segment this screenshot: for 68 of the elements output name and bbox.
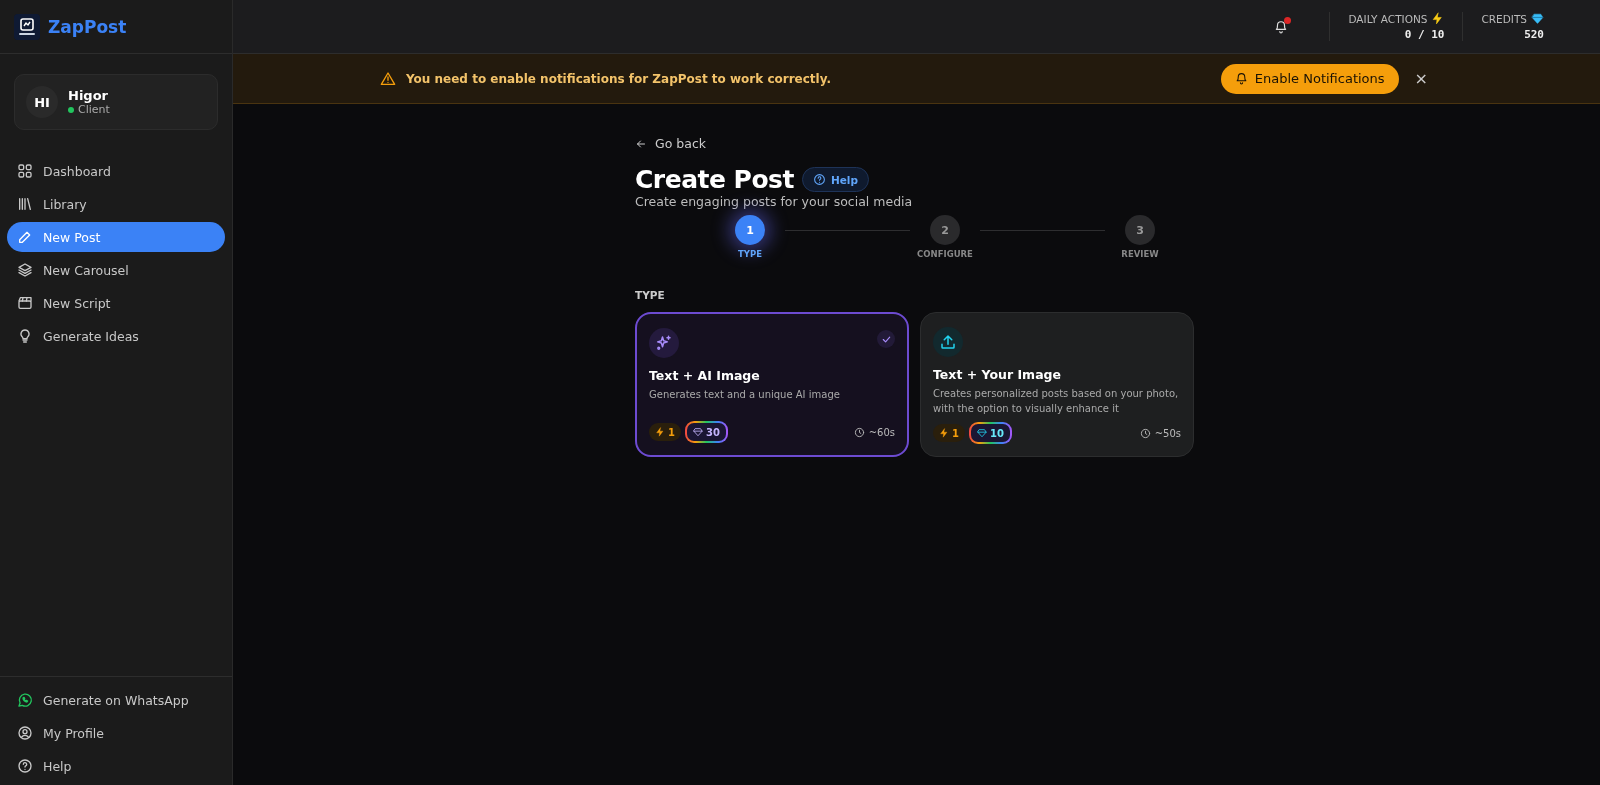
clock-icon [853, 426, 865, 438]
credits-cost: 10 [968, 422, 1012, 444]
card-description: Creates personalized posts based on your photo, with the option to visually enhance it [933, 387, 1180, 416]
card-title: Text + Your Image [933, 367, 1062, 382]
enable-notifications-button[interactable]: Enable Notifications [1220, 63, 1399, 94]
step-circle[interactable]: 3 [1125, 215, 1155, 245]
layers-icon [17, 262, 33, 278]
credits-cost: 30 [684, 421, 728, 443]
step-circle[interactable]: 1 [735, 215, 765, 245]
time-estimate: ~60s [868, 426, 895, 438]
nav-item[interactable]: New Post [7, 222, 225, 252]
step-circle[interactable]: 2 [930, 215, 960, 245]
grid-icon [17, 163, 33, 179]
actions-cost: 1 [933, 424, 965, 442]
warning-icon [380, 70, 396, 87]
actions-cost: 1 [649, 423, 681, 441]
help-icon [17, 758, 33, 774]
section-label: TYPE [635, 289, 666, 301]
help-icon [812, 173, 826, 186]
nav-item[interactable]: New Carousel [7, 255, 225, 285]
page-title: Create Post [635, 165, 794, 194]
bell-icon [1274, 19, 1289, 34]
bolt-icon [939, 428, 949, 438]
lightbulb-icon [17, 328, 33, 344]
user-role: Client [78, 103, 110, 116]
close-button[interactable]: × [1410, 69, 1432, 88]
user-name: Higor [68, 88, 109, 103]
brand-name: ZapPost [48, 16, 127, 37]
clapperboard-icon [17, 295, 33, 311]
step-label: TYPE [738, 249, 762, 259]
page-subtitle: Create engaging posts for your social media [635, 194, 914, 209]
stat-label: DAILY ACTIONS [1348, 12, 1428, 25]
step-label: CONFIGURE [917, 249, 973, 259]
upload-icon [939, 333, 957, 351]
user-card[interactable]: HI Higor Client [14, 74, 218, 130]
whatsapp-icon [17, 692, 33, 708]
back-link[interactable]: Go back [635, 136, 706, 151]
type-card[interactable]: Text + Your Image Creates personalized posts based on your photo, with the option to visually enhance it 1 10 ~50s [920, 312, 1194, 457]
nav-item[interactable]: New Script [7, 288, 225, 318]
pencil-icon [17, 229, 33, 245]
nav-item[interactable]: Generate on WhatsApp [7, 685, 225, 715]
bell-icon [1234, 72, 1248, 85]
sparkles-icon [655, 334, 673, 352]
card-title: Text + AI Image [649, 368, 761, 383]
card-description: Generates text and a unique AI image [649, 388, 841, 402]
step-label: REVIEW [1121, 249, 1159, 259]
bolt-icon [1431, 12, 1445, 25]
diamond-icon [976, 428, 987, 438]
type-card[interactable]: Text + AI Image Generates text and a unique AI image 1 30 ~60s [635, 312, 909, 457]
arrow-left-icon [635, 137, 647, 150]
nav-item[interactable]: My Profile [7, 718, 225, 748]
user-circle-icon [17, 725, 33, 741]
banner-message: You need to enable notifications for ZapPost to work correctly. [406, 71, 832, 86]
diamond-icon [692, 427, 703, 437]
bolt-icon [655, 427, 665, 437]
library-icon [17, 196, 33, 212]
time-estimate: ~50s [1154, 427, 1181, 439]
nav-item[interactable]: Help [7, 751, 225, 781]
stat-value: 0 / 10 [1404, 28, 1445, 41]
nav-item[interactable]: Library [7, 189, 225, 219]
user-avatar: HI [26, 86, 58, 118]
nav-item[interactable]: Generate Ideas [7, 321, 225, 351]
stat-value: 520 [1524, 28, 1544, 41]
nav-item[interactable]: Dashboard [7, 156, 225, 186]
stat-label: CREDITS [1481, 12, 1527, 25]
diamond-icon [1531, 12, 1544, 25]
clock-icon [1139, 427, 1151, 439]
help-button[interactable]: Help [801, 167, 869, 192]
